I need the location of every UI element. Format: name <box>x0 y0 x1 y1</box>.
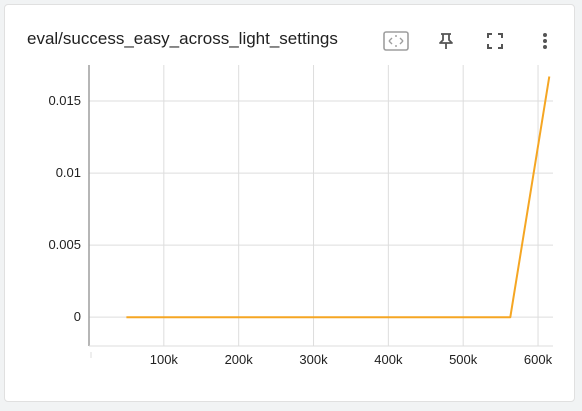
line-chart[interactable]: 100k 200k 300k 400k 500k 600k 0 0.005 0.01 0.015 <box>0 0 582 411</box>
x-tick-label: 200k <box>225 352 254 367</box>
y-tick-label: 0.01 <box>56 165 81 180</box>
y-tick-label: 0.005 <box>48 237 81 252</box>
x-tick-label: 100k <box>150 352 179 367</box>
x-tick-label: 600k <box>524 352 553 367</box>
x-tick-label: 300k <box>299 352 328 367</box>
y-tick-label: 0 <box>74 309 81 324</box>
y-tick-label: 0.015 <box>48 93 81 108</box>
x-tick-label: 400k <box>374 352 403 367</box>
x-tick-label: 500k <box>449 352 478 367</box>
series-line <box>126 76 551 319</box>
